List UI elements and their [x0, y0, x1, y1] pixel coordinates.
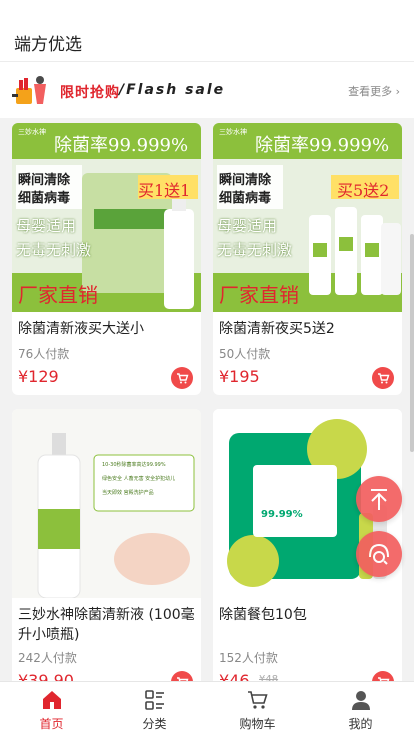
product-sold-count: 152人付款: [219, 651, 278, 665]
category-icon: [145, 690, 164, 710]
image-line-2: 细菌病毒: [219, 191, 272, 206]
flash-sale-title-en: /Flash sale: [119, 82, 226, 98]
user-icon: [352, 691, 370, 710]
tab-category[interactable]: 分类: [103, 682, 206, 736]
image-line-4: 无毒无刺激: [217, 241, 293, 259]
image-bottom-text: 厂家直销: [18, 283, 98, 307]
image-bullet-2: 绿色安全 人畜无害 安全护犯幼儿: [102, 476, 176, 482]
product-sold-count: 50人付款: [219, 347, 271, 361]
product-name: 三妙水神除菌清新液 (100毫升小喷瓶): [18, 607, 195, 643]
cart-icon: [378, 373, 390, 384]
image-line-2: 细菌病毒: [18, 191, 71, 206]
flash-sale-title-cn: 限时抢购: [60, 85, 120, 101]
tab-mine[interactable]: 我的: [309, 682, 412, 736]
product-card[interactable]: 三妙水神 除菌率99.999% 瞬间清除 细菌病毒 买5送2 母婴适用 无毒无刺…: [213, 123, 402, 395]
add-to-cart-button[interactable]: [171, 367, 193, 389]
tab-cart[interactable]: 购物车: [206, 682, 309, 736]
tab-label: 我的: [348, 717, 373, 731]
page-title: 端方优选: [14, 35, 82, 55]
image-line-3: 母婴适用: [16, 217, 77, 235]
home-icon: [43, 691, 61, 709]
add-to-cart-button[interactable]: [372, 367, 394, 389]
image-top-text: 除菌率99.999%: [54, 135, 189, 156]
arrow-up-icon: [371, 489, 387, 510]
flash-sale-header: 限时抢购 /Flash sale 查看更多 ›: [0, 62, 414, 118]
top-bar: 端方优选: [0, 0, 414, 62]
product-image: 10-30秒除菌率高达99.99% 绿色安全 人畜无害 安全护犯幼儿 当天即效 …: [12, 409, 201, 598]
product-sold-count: 76人付款: [18, 347, 70, 361]
chevron-right-icon: ›: [395, 85, 400, 98]
product-name: 除菌餐包10包: [219, 607, 307, 623]
cart-icon: [177, 373, 189, 384]
product-card[interactable]: 10-30秒除菌率高达99.99% 绿色安全 人畜无害 安全护犯幼儿 当天即效 …: [12, 409, 201, 699]
headset-icon: [369, 543, 389, 565]
image-line-1: 瞬间清除: [18, 173, 71, 188]
tab-home[interactable]: 首页: [0, 682, 103, 736]
product-price: ¥195: [219, 367, 260, 386]
tab-label: 首页: [39, 717, 64, 731]
image-badge: 买1送1: [138, 181, 191, 200]
scrollbar[interactable]: [410, 234, 414, 452]
product-price: ¥129: [18, 367, 59, 386]
product-sold-count: 242人付款: [18, 651, 77, 665]
flash-sale-logo-icon: [12, 76, 46, 104]
customer-service-button[interactable]: [356, 531, 402, 577]
see-more-link[interactable]: 查看更多 ›: [348, 83, 400, 99]
image-bottom-text: 厂家直销: [219, 283, 299, 307]
image-percent: 99.99%: [261, 509, 303, 520]
tab-label: 分类: [142, 717, 167, 731]
image-line-3: 母婴适用: [217, 217, 278, 235]
image-top-text: 除菌率99.999%: [255, 135, 390, 156]
product-name: 除菌清新夜买5送2: [219, 321, 335, 337]
product-name: 除菌清新液买大送小: [18, 321, 144, 337]
product-card[interactable]: 三妙水神 除菌率99.999% 瞬间清除 细菌病毒 买1送1 母婴适用 无毒无刺…: [12, 123, 201, 395]
back-to-top-button[interactable]: [356, 476, 402, 522]
tab-label: 购物车: [239, 717, 276, 731]
product-image: 三妙水神 除菌率99.999% 瞬间清除 细菌病毒 买1送1 母婴适用 无毒无刺…: [12, 123, 201, 312]
product-image: 三妙水神 除菌率99.999% 瞬间清除 细菌病毒 买5送2 母婴适用 无毒无刺…: [213, 123, 402, 312]
image-bullet-3: 当天即效 宫殿洗护产品: [102, 490, 154, 496]
image-brand: 三妙水神: [18, 128, 46, 136]
image-bullet-1: 10-30秒除菌率高达99.99%: [102, 462, 166, 468]
app-root: 端方优选 限时抢购 /Flash sale 查看更多 › 三妙水神 除菌率99.…: [0, 0, 414, 736]
cart-icon: [248, 691, 268, 709]
see-more-label: 查看更多: [348, 85, 393, 98]
image-badge: 买5送2: [337, 181, 390, 200]
image-line-1: 瞬间清除: [219, 173, 272, 188]
image-line-4: 无毒无刺激: [16, 241, 92, 259]
image-brand: 三妙水神: [219, 128, 247, 136]
bottom-tab-bar: 首页 分类 购物车 我的: [0, 681, 414, 736]
